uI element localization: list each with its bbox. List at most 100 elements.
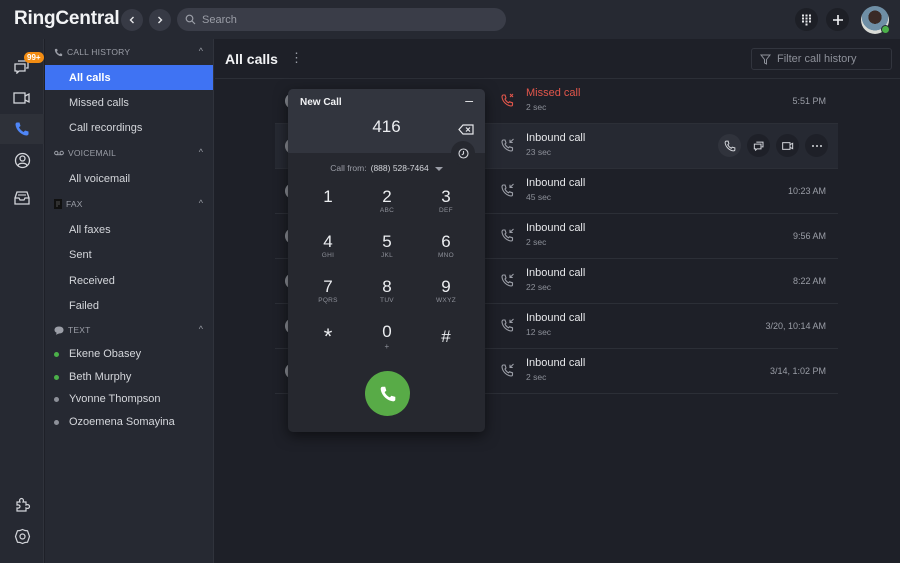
contact-name: Beth Murphy	[69, 371, 132, 383]
user-avatar[interactable]	[861, 6, 890, 34]
key-hash[interactable]: #	[416, 327, 476, 367]
phone-icon	[380, 386, 395, 401]
forward-button[interactable]	[149, 9, 171, 31]
call-type: Inbound call	[526, 267, 586, 279]
sidebar-item-missed-calls[interactable]: Missed calls	[45, 90, 213, 115]
section-fax[interactable]: FAX ^	[45, 193, 214, 215]
chevron-up-icon[interactable]: ^	[199, 198, 203, 208]
call-back-button[interactable]	[718, 134, 741, 157]
section-call-history[interactable]: CALL HISTORY ^	[45, 41, 214, 63]
minimize-icon[interactable]: –	[465, 92, 473, 108]
call-type: Inbound call	[526, 177, 586, 189]
call-duration: 2 sec	[526, 102, 547, 112]
call-time: 10:23 AM	[787, 186, 826, 196]
section-label: FAX	[66, 199, 83, 209]
key-digit: *	[323, 324, 333, 349]
backspace-icon[interactable]	[458, 124, 474, 135]
key-5[interactable]: 5 JKL	[357, 232, 417, 272]
section-label: VOICEMAIL	[68, 148, 117, 158]
main-header: All calls ⋮ Filter call history	[215, 39, 900, 79]
call-duration: 23 sec	[526, 147, 552, 157]
key-8[interactable]: 8 TUV	[357, 277, 417, 317]
rail-messages[interactable]: 99+	[0, 51, 44, 81]
key-digit: 6	[441, 232, 451, 251]
missed-call-icon	[501, 93, 514, 107]
dialpad-button[interactable]	[795, 8, 818, 31]
key-1[interactable]: 1	[298, 187, 358, 227]
key-digit: 9	[441, 277, 451, 296]
key-2[interactable]: 2 ABC	[357, 187, 417, 227]
row-actions	[718, 134, 828, 157]
key-letters: PQRS	[318, 297, 338, 304]
sidebar-item-call-recordings[interactable]: Call recordings	[45, 115, 213, 140]
inbound-call-icon	[501, 228, 514, 242]
key-6[interactable]: 6 MNO	[416, 232, 476, 272]
inbound-call-icon	[501, 183, 514, 197]
section-voicemail[interactable]: VOICEMAIL ^	[45, 142, 214, 164]
search-input[interactable]: Search	[177, 8, 506, 31]
call-duration: 12 sec	[526, 327, 552, 337]
sidebar-item-all-voicemail[interactable]: All voicemail	[45, 166, 213, 191]
section-label: TEXT	[68, 325, 91, 335]
filter-call-history-input[interactable]: Filter call history	[751, 48, 892, 70]
back-button[interactable]	[121, 9, 143, 31]
chat-bubble-icon	[54, 326, 64, 335]
key-digit: 5	[382, 232, 392, 251]
call-button[interactable]	[365, 371, 410, 416]
phone-icon	[54, 48, 63, 56]
inbound-call-icon	[501, 138, 514, 152]
key-7[interactable]: 7 PQRS	[298, 277, 358, 317]
section-label: CALL HISTORY	[67, 47, 131, 57]
contacts-icon	[14, 152, 30, 168]
rail-inbox[interactable]	[0, 183, 44, 213]
new-button[interactable]	[826, 8, 849, 31]
key-star[interactable]: *	[298, 324, 358, 367]
call-type: Inbound call	[526, 312, 586, 324]
text-contact[interactable]: Ozoemena Somayina	[45, 411, 213, 433]
key-0[interactable]: 0 +	[357, 322, 417, 362]
recent-calls-button[interactable]	[451, 141, 475, 165]
sidebar-item-received[interactable]: Received	[45, 268, 213, 293]
sidebar-item-failed[interactable]: Failed	[45, 293, 213, 318]
key-3[interactable]: 3 DEF	[416, 187, 476, 227]
sidebar-item-sent[interactable]: Sent	[45, 242, 213, 267]
messages-icon	[753, 141, 763, 151]
sidebar-item-all-faxes[interactable]: All faxes	[45, 217, 213, 242]
key-letters: JKL	[380, 252, 394, 259]
inbound-call-icon	[501, 273, 514, 287]
key-9[interactable]: 9 WXYZ	[416, 277, 476, 317]
contact-name: Yvonne Thompson	[69, 393, 161, 405]
filter-placeholder: Filter call history	[777, 53, 857, 65]
rail-apps[interactable]	[0, 489, 44, 519]
ellipsis-icon	[811, 144, 822, 147]
chevron-up-icon[interactable]: ^	[199, 324, 203, 334]
dialed-number[interactable]: 416	[288, 117, 485, 137]
plus-icon	[832, 14, 843, 25]
key-4[interactable]: 4 GHI	[298, 232, 358, 272]
video-icon	[13, 92, 30, 104]
rail-settings[interactable]	[0, 521, 44, 551]
text-contact[interactable]: Beth Murphy	[45, 366, 213, 388]
chevron-up-icon[interactable]: ^	[199, 147, 203, 157]
call-from-selector[interactable]: Call from: (888) 528-7464	[288, 163, 485, 173]
search-placeholder: Search	[202, 13, 237, 26]
video-call-button[interactable]	[776, 134, 799, 157]
chevron-up-icon[interactable]: ^	[199, 46, 203, 56]
contact-name: Ekene Obasey	[69, 348, 142, 360]
rail-video[interactable]	[0, 83, 44, 113]
call-type: Inbound call	[526, 357, 586, 369]
call-from-number: (888) 528-7464	[370, 163, 429, 173]
chevron-right-icon	[158, 16, 163, 24]
section-text[interactable]: TEXT ^	[45, 319, 214, 341]
text-contact[interactable]: Ekene Obasey	[45, 343, 213, 365]
rail-phone[interactable]	[0, 114, 44, 144]
message-button[interactable]	[747, 134, 770, 157]
rail-contacts[interactable]	[0, 145, 44, 175]
sidebar-item-all-calls[interactable]: All calls	[45, 65, 213, 90]
text-contact[interactable]: Yvonne Thompson	[45, 388, 213, 410]
dialpad-icon	[802, 14, 811, 25]
more-options-icon[interactable]: ⋮	[290, 51, 303, 64]
more-actions-button[interactable]	[805, 134, 828, 157]
inbound-call-icon	[501, 363, 514, 377]
voicemail-icon	[54, 150, 64, 156]
